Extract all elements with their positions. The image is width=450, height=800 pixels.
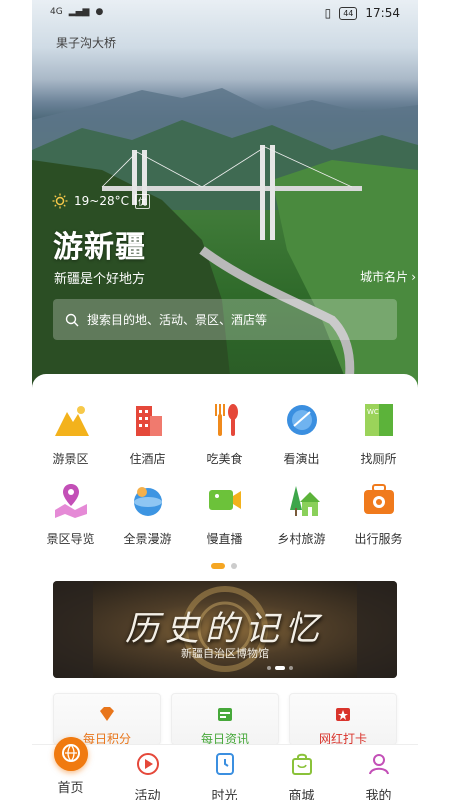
profile-icon — [368, 754, 389, 775]
hero-title: 游新疆 — [53, 230, 146, 265]
tab-label: 我的 — [365, 789, 392, 800]
service-label: 游景区 — [52, 452, 89, 466]
banner-dot — [289, 666, 293, 670]
vibrate-icon: ▯ — [324, 6, 332, 20]
location-label: 果子沟大桥 — [56, 36, 117, 50]
network-label: 4G — [50, 7, 63, 17]
city-card-link[interactable]: 城市名片 › — [360, 268, 416, 285]
page-dot — [231, 563, 237, 569]
air-quality-badge: 优 — [134, 193, 150, 209]
service-hotel[interactable]: 住酒店 — [109, 400, 186, 467]
panorama-icon — [133, 487, 162, 516]
service-label: 乡村旅游 — [277, 532, 326, 546]
toilet-icon: WC — [364, 404, 393, 436]
service-label: 看演出 — [283, 452, 320, 466]
status-bar: 4G ▂▄▆ ● ▯ 44 17:54 — [32, 0, 418, 28]
banner-dot-active — [275, 666, 285, 670]
banner-title: 历史的记忆 — [125, 609, 325, 649]
sun-icon — [52, 193, 68, 209]
show-icon — [286, 405, 317, 435]
grid-page-indicator — [211, 563, 237, 569]
service-label: 全景漫游 — [123, 532, 172, 546]
page-dot-active — [211, 563, 225, 569]
svg-text:WC: WC — [367, 408, 379, 416]
service-scenic[interactable]: 游景区 — [32, 400, 109, 467]
scenic-mountain-icon — [54, 406, 89, 436]
temperature: 19~28°C — [74, 194, 129, 208]
service-panorama[interactable]: 全景漫游 — [109, 480, 186, 547]
service-label: 住酒店 — [129, 452, 166, 466]
promo-banner[interactable]: 历史的记忆 新疆自治区博物馆 — [53, 581, 397, 678]
service-label: 出行服务 — [354, 532, 403, 546]
village-icon — [289, 486, 320, 516]
service-food[interactable]: 吃美食 — [186, 400, 263, 467]
banner-page-indicator — [267, 666, 293, 670]
message-icon: ● — [95, 7, 104, 17]
chevron-right-icon: › — [411, 269, 416, 284]
home-icon — [53, 737, 88, 771]
checkin-card[interactable]: 网红打卡 — [289, 693, 397, 746]
service-label: 找厕所 — [360, 452, 397, 466]
calendar-icon — [218, 708, 232, 721]
tab-label: 商城 — [288, 789, 315, 800]
tab-label: 时光 — [211, 789, 238, 800]
service-show[interactable]: 看演出 — [263, 400, 340, 467]
flag-icon — [336, 708, 350, 721]
service-travel[interactable]: 出行服务 — [340, 480, 417, 547]
service-label: 慢直播 — [206, 532, 243, 546]
search-placeholder: 搜索目的地、活动、景区、酒店等 — [87, 313, 268, 327]
hotel-icon — [135, 406, 162, 436]
tab-home[interactable]: 首页 — [32, 737, 109, 796]
travel-service-icon — [363, 484, 394, 514]
tab-activity[interactable]: 活动 — [109, 745, 186, 800]
search-icon — [65, 313, 79, 326]
tab-label: 首页 — [57, 781, 84, 796]
service-label: 景区导览 — [46, 532, 95, 546]
time-icon — [215, 753, 234, 775]
signal-icon: ▂▄▆ — [68, 7, 90, 17]
service-village[interactable]: 乡村旅游 — [263, 480, 340, 547]
live-camera-icon — [208, 490, 241, 510]
service-map-guide[interactable]: 景区导览 — [32, 480, 109, 547]
daily-news-card[interactable]: 每日资讯 — [171, 693, 279, 746]
tab-time[interactable]: 时光 — [186, 745, 263, 800]
weather-widget: 19~28°C 优 — [52, 193, 150, 209]
signal-indicator: 4G ▂▄▆ ● — [50, 7, 103, 17]
quick-cards: 每日积分 每日资讯 网红打卡 — [53, 693, 397, 746]
battery-icon: 44 — [339, 6, 358, 20]
map-guide-icon — [54, 484, 87, 518]
service-toilet[interactable]: WC 找厕所 — [340, 400, 417, 467]
hero-subtitle: 新疆是个好地方 — [54, 272, 146, 287]
banner-subtitle: 新疆自治区博物馆 — [181, 647, 269, 660]
service-live[interactable]: 慢直播 — [186, 480, 263, 547]
service-label: 吃美食 — [206, 452, 243, 466]
bottom-tab-bar: 首页 活动 时光 商城 我的 — [32, 737, 418, 800]
search-input[interactable]: 搜索目的地、活动、景区、酒店等 — [53, 299, 397, 340]
city-card-label: 城市名片 — [360, 270, 409, 284]
activity-icon — [136, 753, 159, 775]
tab-mall[interactable]: 商城 — [263, 745, 340, 800]
clock: 17:54 — [365, 6, 400, 20]
tab-profile[interactable]: 我的 — [340, 745, 417, 800]
mall-icon — [291, 753, 312, 775]
tab-label: 活动 — [134, 789, 161, 800]
diamond-icon — [100, 707, 114, 721]
food-icon — [214, 404, 238, 436]
banner-dot — [267, 666, 271, 670]
